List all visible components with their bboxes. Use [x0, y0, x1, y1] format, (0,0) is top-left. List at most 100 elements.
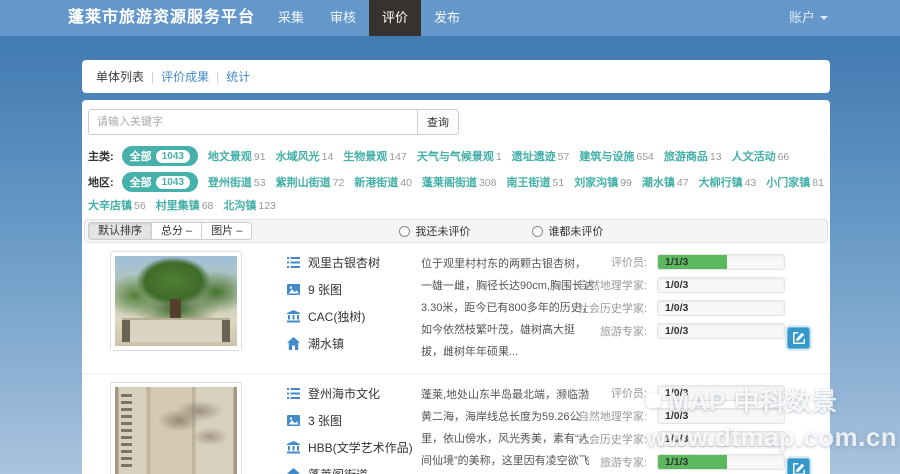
- category-filter-name: 水域风光: [276, 151, 320, 163]
- progress-bar: 1/0/3: [657, 431, 785, 447]
- navbar-menu: 采集审核评价发布: [265, 0, 473, 36]
- category-filter-item[interactable]: 遗址遗迹57: [512, 148, 570, 164]
- eval-row: 评价员:1/0/3: [560, 385, 805, 401]
- region-filter-item[interactable]: 刘家沟镇99: [574, 174, 632, 190]
- radio-not-evaluated-by-anyone[interactable]: 谁都未评价: [532, 223, 603, 239]
- region-filter-count: 47: [677, 177, 689, 189]
- region-name: 蓬莱阁街道: [308, 466, 368, 474]
- region-filter-item[interactable]: 大辛店镇56: [88, 197, 146, 213]
- sort-bar: 默认排序总分 –图片 – 我还未评价 谁都未评价: [84, 219, 828, 243]
- region-filter-item[interactable]: 新港街道40: [354, 174, 412, 190]
- tab-results[interactable]: 评价成果: [161, 68, 209, 85]
- region-filter-count: 43: [745, 177, 757, 189]
- region-filter-item[interactable]: 北沟镇123: [223, 197, 276, 213]
- eval-row: 自然地理学家:1/0/3: [560, 277, 805, 293]
- region-filter-name: 潮水镇: [642, 177, 675, 189]
- edit-pencil-icon: [793, 463, 805, 474]
- progress-value: 1/0/3: [665, 432, 688, 446]
- content-panel: 查询 主类: 全部1043地文景观91水域风光14生物景观147天气与气候景观1…: [82, 100, 830, 474]
- category-filter-count: 91: [254, 151, 266, 163]
- region-filter-item[interactable]: 潮水镇47: [642, 174, 689, 190]
- category-filter-name: 天气与气候景观: [417, 151, 494, 163]
- region-filter-item[interactable]: 蓬莱阁街道308: [422, 174, 497, 190]
- region-filter-name: 村里集镇: [156, 200, 200, 212]
- progress-bar: 1/1/3: [657, 454, 785, 470]
- region-filter-row: 地区: 全部1043登州街道53紫荆山街道72新港街道40蓬莱阁街道308南王街…: [88, 172, 824, 213]
- edit-pencil-icon: [793, 332, 805, 344]
- tab-separator: |: [216, 70, 219, 84]
- account-menu[interactable]: 账户: [789, 0, 828, 36]
- eval-row: 评价员:1/1/3: [560, 254, 805, 270]
- region-filter-item[interactable]: 小门家镇81: [766, 174, 824, 190]
- region-row: 蓬莱阁街道: [287, 466, 399, 474]
- category-filter-name: 人文活动: [732, 151, 776, 163]
- category-filter-count: 66: [778, 151, 790, 163]
- classification-row: HBB(文学艺术作品): [287, 439, 399, 456]
- category-filter-item[interactable]: 建筑与设施654: [579, 148, 654, 164]
- image-icon: [287, 414, 300, 427]
- category-filter-item[interactable]: 生物景观147: [343, 148, 407, 164]
- classification-code: HBB(文学艺术作品): [308, 439, 413, 456]
- category-filter-item[interactable]: 天气与气候景观1: [417, 148, 502, 164]
- sort-button-default[interactable]: 默认排序: [88, 222, 152, 240]
- region-filter-count: 308: [479, 177, 497, 189]
- region-filter-name: 蓬莱阁街道: [422, 177, 477, 189]
- resource-name[interactable]: 登州海市文化: [308, 385, 380, 402]
- region-filter-item[interactable]: 紫荆山街道72: [276, 174, 345, 190]
- region-filter-count: 72: [333, 177, 345, 189]
- region-filter-item[interactable]: 南王街道51: [507, 174, 565, 190]
- classification-code: CAC(独树): [308, 308, 365, 325]
- nav-item-publish[interactable]: 发布: [421, 0, 473, 36]
- category-filter-name: 遗址遗迹: [512, 151, 556, 163]
- category-filter-item[interactable]: 水域风光14: [276, 148, 334, 164]
- search-button[interactable]: 查询: [418, 109, 459, 135]
- category-filter-item[interactable]: 旅游商品13: [664, 148, 722, 164]
- eval-row: 旅游专家:1/0/3: [560, 323, 805, 339]
- radio-not-evaluated-by-me[interactable]: 我还未评价: [399, 223, 470, 239]
- classification-icon: [287, 310, 300, 323]
- tab-separator: |: [151, 70, 154, 84]
- region-filter-all[interactable]: 全部1043: [122, 172, 198, 192]
- progress-value: 1/0/3: [665, 301, 688, 315]
- eval-role-label: 社会历史学家:: [560, 431, 657, 447]
- category-filter-item[interactable]: 人文活动66: [732, 148, 790, 164]
- filter-radios: 我还未评价 谁都未评价: [399, 223, 603, 239]
- photo-count: 3 张图: [308, 412, 342, 429]
- classification-row: CAC(独树): [287, 308, 399, 325]
- resource-name-row: 观里古银杏树: [287, 254, 399, 271]
- resource-name[interactable]: 观里古银杏树: [308, 254, 380, 271]
- home-icon: [287, 468, 300, 474]
- image-icon: [287, 283, 300, 296]
- tab-bar: 单体列表 | 评价成果 | 统计: [82, 60, 830, 93]
- category-filter-count: 1: [496, 151, 502, 163]
- nav-item-evaluate[interactable]: 评价: [369, 0, 421, 36]
- ancient-book-illustration-photo: [115, 387, 237, 474]
- eval-row: 社会历史学家: 1/0/3: [560, 431, 805, 447]
- category-filter-count: 654: [636, 151, 654, 163]
- resource-thumbnail[interactable]: [110, 382, 242, 474]
- resource-thumbnail[interactable]: [110, 251, 242, 351]
- eval-role-label: 自然地理学家:: [560, 408, 657, 424]
- eval-row: 社会历史学家:1/0/3: [560, 300, 805, 316]
- category-filter-all[interactable]: 全部1043: [122, 146, 198, 166]
- region-filter-name: 大柳行镇: [699, 177, 743, 189]
- eval-row: 自然地理学家:1/0/3: [560, 408, 805, 424]
- sort-button-image[interactable]: 图片 –: [201, 222, 252, 240]
- edit-button[interactable]: [787, 327, 810, 349]
- category-filter-count: 57: [558, 151, 570, 163]
- radio-label: 我还未评价: [415, 223, 470, 239]
- search-input[interactable]: [88, 109, 418, 135]
- region-filter-name: 大辛店镇: [88, 200, 132, 212]
- region-filter-item[interactable]: 大柳行镇43: [699, 174, 757, 190]
- region-filter-item[interactable]: 登州街道53: [208, 174, 266, 190]
- sort-button-score[interactable]: 总分 –: [151, 222, 202, 240]
- progress-value: 1/0/3: [665, 278, 688, 292]
- region-filter-item[interactable]: 村里集镇68: [156, 197, 214, 213]
- tab-stats[interactable]: 统计: [226, 68, 250, 85]
- tab-list[interactable]: 单体列表: [96, 68, 144, 85]
- nav-item-collect[interactable]: 采集: [265, 0, 317, 36]
- nav-item-review[interactable]: 审核: [317, 0, 369, 36]
- category-filter-item[interactable]: 地文景观91: [208, 148, 266, 164]
- edit-button[interactable]: [787, 458, 810, 474]
- resource-info: 观里古银杏树 9 张图 CAC(独树) 潮水镇: [287, 251, 399, 362]
